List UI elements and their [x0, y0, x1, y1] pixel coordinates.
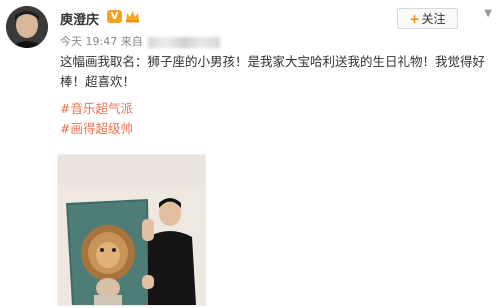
source-redacted — [148, 36, 221, 48]
avatar[interactable] — [6, 6, 48, 48]
follow-button[interactable]: + 关注 — [397, 8, 458, 29]
hashtag-link[interactable]: #画得超级帅 — [60, 118, 133, 137]
photo-image — [58, 155, 205, 305]
post-meta: 今天 19:47 来自 — [60, 33, 221, 49]
plus-icon: + — [409, 11, 420, 26]
author-name[interactable]: 庾澄庆 — [60, 9, 99, 28]
vip-crown-icon — [126, 11, 139, 23]
verified-badge-icon: V — [107, 10, 122, 23]
post-photo[interactable] — [57, 154, 206, 306]
hashtag-link[interactable]: #音乐超气派 — [60, 98, 133, 117]
avatar-image — [6, 6, 48, 48]
follow-label: 关注 — [421, 12, 446, 26]
chevron-down-icon[interactable]: ▼ — [484, 8, 492, 19]
post-time[interactable]: 今天 19:47 来自 — [60, 35, 143, 48]
post-content: 这幅画我取名：狮子座的小男孩！是我家大宝哈利送我的生日礼物！我觉得好棒！超喜欢！ — [60, 54, 486, 89]
